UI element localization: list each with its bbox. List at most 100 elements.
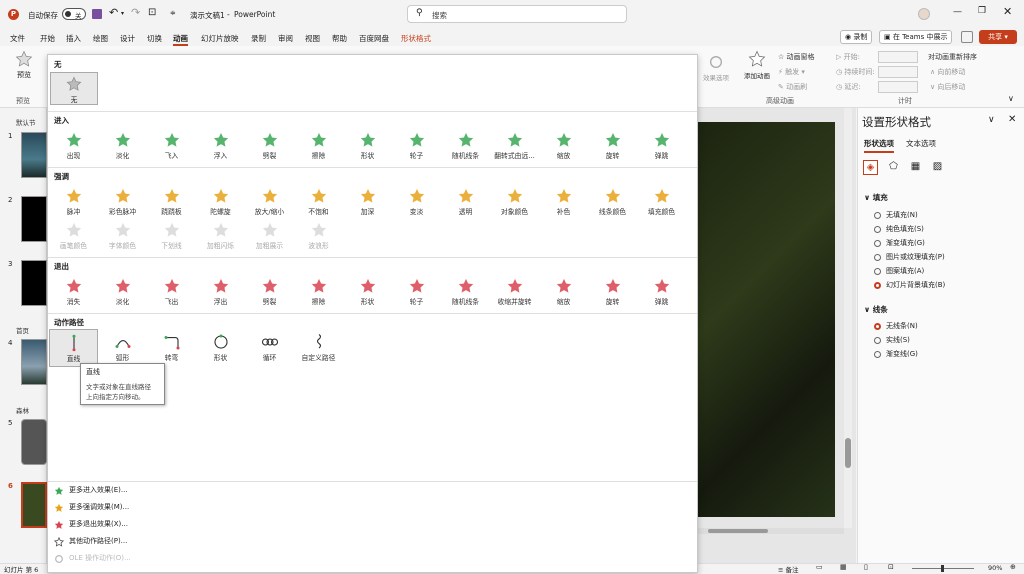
animation-effect[interactable]: 出现 xyxy=(49,127,98,165)
fill-section-header[interactable]: ∨ 填充 xyxy=(864,192,888,203)
restore-icon[interactable]: ❐ xyxy=(978,6,986,16)
animation-effect[interactable]: 随机线条 xyxy=(441,127,490,165)
tab-draw[interactable]: 绘图 xyxy=(93,33,108,44)
section-forest[interactable]: 森林 xyxy=(16,405,29,415)
autosave-toggle[interactable]: 关 xyxy=(62,8,86,20)
move-earlier-button[interactable]: ∧ 向前移动 xyxy=(930,67,965,77)
ole-action-verbs[interactable]: OLE 操作动作(O)... xyxy=(54,550,131,567)
fill-option-gradient[interactable]: 渐变填充(G) xyxy=(874,236,945,250)
animation-effect[interactable]: 脉冲 xyxy=(49,183,98,221)
fill-option-solid[interactable]: 纯色填充(S) xyxy=(874,222,945,236)
animation-effect[interactable]: 擦除 xyxy=(294,127,343,165)
animation-effect[interactable]: 浮出 xyxy=(196,273,245,311)
line-option-solid[interactable]: 实线(S) xyxy=(874,333,918,347)
add-animation-button[interactable]: 添加动画 xyxy=(740,50,774,80)
record-button[interactable]: ◉ 录制 xyxy=(840,30,873,44)
teams-present-button[interactable]: ▣ 在 Teams 中展示 xyxy=(879,30,953,44)
slide-thumbnail[interactable] xyxy=(21,419,47,465)
comments-icon[interactable] xyxy=(961,31,973,43)
animation-effect[interactable]: 擦除 xyxy=(294,273,343,311)
picture-icon[interactable]: ▨ xyxy=(930,160,945,175)
animation-effect[interactable]: 旋转 xyxy=(588,127,637,165)
animation-effect[interactable]: 变淡 xyxy=(392,183,441,221)
animation-effect[interactable]: 劈裂 xyxy=(245,273,294,311)
animation-effect[interactable]: 形状 xyxy=(343,127,392,165)
line-section-header[interactable]: ∨ 线条 xyxy=(864,304,888,315)
effect-options-button[interactable]: 效果选项 xyxy=(700,54,732,82)
customize-toolbar-icon[interactable]: ≑ xyxy=(170,9,176,17)
sorter-view-icon[interactable]: ▦ xyxy=(840,563,847,571)
fill-option-none[interactable]: 无填充(N) xyxy=(874,208,945,222)
tab-shape-options[interactable]: 形状选项 xyxy=(864,138,894,153)
animation-effect[interactable]: 彩色脉冲 xyxy=(98,183,147,221)
share-button[interactable]: 共享 ▾ xyxy=(979,30,1017,44)
animation-effect[interactable]: 补色 xyxy=(539,183,588,221)
animation-effect[interactable]: 对象颜色 xyxy=(490,183,539,221)
more-entrance-effects[interactable]: 更多进入效果(E)... xyxy=(54,482,131,499)
slide-thumbnail[interactable] xyxy=(21,132,47,178)
tab-baidu-netdisk[interactable]: 百度网盘 xyxy=(359,33,389,44)
animation-effect[interactable]: 轮子 xyxy=(392,273,441,311)
pane-options-icon[interactable]: ∨ xyxy=(988,115,995,125)
tab-review[interactable]: 审阅 xyxy=(278,33,293,44)
tab-home[interactable]: 开始 xyxy=(40,33,55,44)
animation-painter-button[interactable]: ✎ 动画刷 xyxy=(778,82,807,92)
animation-effect[interactable]: 浮入 xyxy=(196,127,245,165)
vertical-scrollbar[interactable] xyxy=(844,108,852,528)
save-icon[interactable] xyxy=(92,9,102,19)
tab-view[interactable]: 视图 xyxy=(305,33,320,44)
normal-view-icon[interactable]: ▭ xyxy=(816,563,823,571)
animation-none[interactable]: 无 xyxy=(50,72,98,105)
start-field[interactable]: ▷ 开始: xyxy=(836,52,860,62)
zoom-slider[interactable] xyxy=(912,565,974,572)
animation-effect[interactable]: 透明 xyxy=(441,183,490,221)
animation-effect[interactable]: 消失 xyxy=(49,273,98,311)
size-properties-icon[interactable]: ▦ xyxy=(908,160,923,175)
undo-icon[interactable]: ↶ xyxy=(109,6,118,19)
animation-effect[interactable]: 加粗闪烁 xyxy=(196,217,245,255)
slide-thumbnail[interactable] xyxy=(21,260,47,306)
animation-effect[interactable]: 循环 xyxy=(245,329,294,367)
animation-effect[interactable]: 飞入 xyxy=(147,127,196,165)
animation-effect[interactable]: 缩放 xyxy=(539,127,588,165)
slide-thumbnail[interactable] xyxy=(21,196,47,242)
animation-effect[interactable]: 字体颜色 xyxy=(98,217,147,255)
undo-dropdown-icon[interactable]: ▾ xyxy=(121,10,124,17)
animation-effect[interactable]: 直线 xyxy=(49,329,98,367)
fill-line-icon[interactable]: ◈ xyxy=(863,160,878,175)
reading-view-icon[interactable]: ▯ xyxy=(864,563,868,571)
animation-effect[interactable]: 转弯 xyxy=(147,329,196,367)
tab-record[interactable]: 录制 xyxy=(251,33,266,44)
tab-animations[interactable]: 动画 xyxy=(173,33,188,46)
delay-input[interactable] xyxy=(878,81,918,93)
animation-effect[interactable]: 淡化 xyxy=(98,127,147,165)
fill-option-pattern[interactable]: 图案填充(A) xyxy=(874,264,945,278)
animation-effect[interactable]: 填充颜色 xyxy=(637,183,686,221)
animation-effect[interactable]: 收缩并旋转 xyxy=(490,273,539,311)
animation-effect[interactable]: 弧形 xyxy=(98,329,147,367)
animation-effect[interactable]: 加深 xyxy=(343,183,392,221)
more-exit-effects[interactable]: 更多退出效果(X)... xyxy=(54,516,131,533)
collapse-ribbon-icon[interactable]: ∨ xyxy=(1008,94,1014,103)
animation-effect[interactable]: 不饱和 xyxy=(294,183,343,221)
section-home[interactable]: 首页 xyxy=(16,325,29,335)
slideshow-view-icon[interactable]: ⊡ xyxy=(888,563,894,571)
animation-effect[interactable]: 线条颜色 xyxy=(588,183,637,221)
search-box[interactable]: ⚲ 搜索 xyxy=(407,5,627,23)
slide-thumbnail-selected[interactable] xyxy=(21,482,47,528)
trigger-button[interactable]: ⚡ 触发 ▾ xyxy=(778,67,805,77)
more-emphasis-effects[interactable]: 更多强调效果(M)... xyxy=(54,499,131,516)
duration-input[interactable] xyxy=(878,66,918,78)
animation-effect[interactable]: 形状 xyxy=(343,273,392,311)
fill-option-slide-background[interactable]: 幻灯片背景填充(B) xyxy=(874,278,945,292)
animation-effect[interactable]: 陀螺旋 xyxy=(196,183,245,221)
animation-effect[interactable]: 轮子 xyxy=(392,127,441,165)
account-avatar[interactable] xyxy=(918,8,930,20)
start-select[interactable] xyxy=(878,51,918,63)
slide-canvas[interactable] xyxy=(698,108,856,563)
horizontal-scrollbar[interactable] xyxy=(698,528,844,534)
tab-shape-format[interactable]: 形状格式 xyxy=(401,33,431,44)
present-from-start-icon[interactable]: ⊡ xyxy=(148,7,156,18)
animation-effect[interactable]: 随机线条 xyxy=(441,273,490,311)
move-later-button[interactable]: ∨ 向后移动 xyxy=(930,82,965,92)
